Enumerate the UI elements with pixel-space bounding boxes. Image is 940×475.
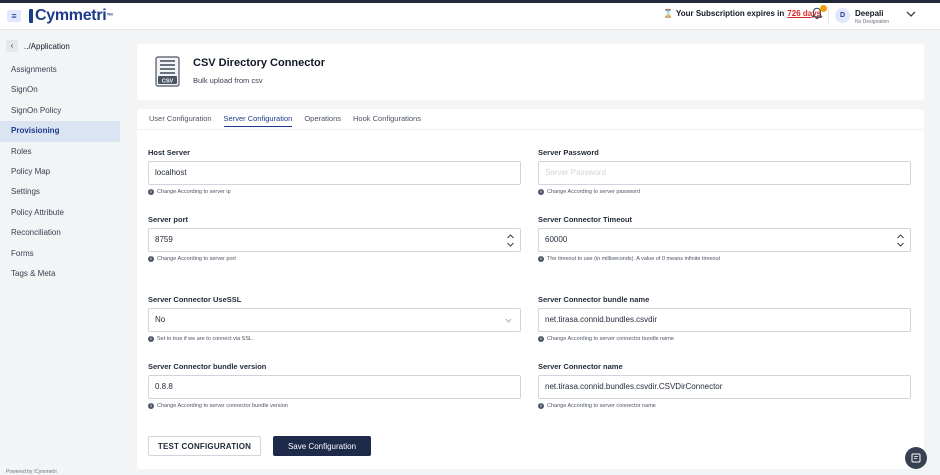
connector-name-label: Server Connector name <box>538 362 623 371</box>
sidebar-item-roles[interactable]: Roles <box>0 142 120 162</box>
use-ssl-hint-text: Set to true if we are to connect via SSL… <box>157 336 254 342</box>
page-title: CSV Directory Connector <box>193 57 326 69</box>
save-configuration-button[interactable]: Save Configuration <box>273 436 371 456</box>
bundle-version-input[interactable]: 0.8.8 <box>148 375 521 399</box>
number-stepper-icon[interactable] <box>506 233 515 248</box>
user-name[interactable]: Deepali <box>855 9 883 18</box>
host-server-hint: i Change According to server ip <box>148 189 231 195</box>
connector-timeout-value: 60000 <box>545 235 568 244</box>
app-logo[interactable]: Cymmetri ™ <box>29 7 113 25</box>
use-ssl-select[interactable]: No <box>148 308 521 332</box>
server-password-hint-text: Change According to server password <box>547 189 640 195</box>
logo-tm: ™ <box>106 12 114 20</box>
host-server-hint-text: Change According to server ip <box>157 189 231 195</box>
sidebar-item-tags-meta[interactable]: Tags & Meta <box>0 264 120 284</box>
sidebar-item-settings[interactable]: Settings <box>0 182 120 202</box>
connector-timeout-input[interactable]: 60000 <box>538 228 911 252</box>
info-icon: i <box>148 403 154 409</box>
sidebar-item-reconciliation[interactable]: Reconciliation <box>0 223 120 243</box>
sidebar-item-assignments[interactable]: Assignments <box>0 60 120 80</box>
logo-text: Cymmetri <box>35 7 107 24</box>
sidebar-item-policy-attribute[interactable]: Policy Attribute <box>0 203 120 223</box>
tabs-divider <box>137 129 924 130</box>
topbar-divider <box>828 7 829 23</box>
bundle-version-hint-text: Change According to server connector bun… <box>157 403 288 409</box>
server-port-label: Server port <box>148 215 189 224</box>
connector-timeout-label: Server Connector Timeout <box>538 215 633 224</box>
use-ssl-label: Server Connector UseSSL <box>148 295 242 304</box>
sidebar-item-provisioning[interactable]: Provisioning <box>0 121 120 142</box>
connector-header: CSV CSV Directory Connector Bulk upload … <box>137 44 924 100</box>
chevron-down-icon[interactable] <box>906 10 916 18</box>
bundle-name-input[interactable]: net.tirasa.connid.bundles.csvdir <box>538 308 911 332</box>
chevron-left-icon[interactable]: ‹ <box>6 40 18 52</box>
sidebar-item-policy-map[interactable]: Policy Map <box>0 162 120 182</box>
avatar[interactable]: D <box>835 8 850 23</box>
use-ssl-hint: i Set to true if we are to connect via SS… <box>148 336 254 342</box>
sidebar-item-signon-policy[interactable]: SignOn Policy <box>0 101 120 121</box>
config-tabs: User Configuration Server Configuration … <box>149 114 433 127</box>
host-server-label: Host Server <box>148 148 191 157</box>
hourglass-icon: ⌛ <box>663 9 673 18</box>
tab-user-configuration[interactable]: User Configuration <box>149 114 212 127</box>
notification-badge <box>820 5 827 12</box>
csv-file-icon: CSV <box>155 56 180 87</box>
info-icon: i <box>148 189 154 195</box>
info-icon: i <box>538 403 544 409</box>
sidebar-nav: Assignments SignOn SignOn Policy Provisi… <box>0 60 120 284</box>
bundle-version-hint: i Change According to server connector bu… <box>148 403 288 409</box>
chat-button[interactable] <box>905 447 927 469</box>
bundle-name-hint: i Change According to server connector bu… <box>538 336 674 342</box>
connector-name-hint: i Change According to server connector na… <box>538 403 656 409</box>
server-port-input[interactable]: 8759 <box>148 228 521 252</box>
back-to-application[interactable]: ‹ ../Application <box>0 36 120 56</box>
server-password-input[interactable]: Server Password <box>538 161 911 185</box>
bundle-version-label: Server Connector bundle version <box>148 362 267 371</box>
info-icon: i <box>148 336 154 342</box>
tab-hook-configurations[interactable]: Hook Configurations <box>353 114 421 127</box>
logo-mark-icon <box>29 9 33 23</box>
info-icon: i <box>538 256 544 262</box>
info-icon: i <box>148 256 154 262</box>
subscription-prefix: Your Subscription expires in <box>675 9 785 18</box>
server-password-hint: i Change According to server password <box>538 189 640 195</box>
server-port-value: 8759 <box>155 235 173 244</box>
powered-by: Powered by ⁞Cymmetri <box>6 469 57 475</box>
bundle-name-hint-text: Change According to server connector bun… <box>547 336 674 342</box>
csv-icon-label: CSV <box>162 78 174 84</box>
info-icon: i <box>538 336 544 342</box>
tab-server-configuration[interactable]: Server Configuration <box>223 114 293 127</box>
connector-timeout-hint: i The timeout to use (in milliseconds). A… <box>538 256 720 262</box>
host-server-input[interactable]: localhost <box>148 161 521 185</box>
number-stepper-icon[interactable] <box>896 233 905 248</box>
chat-icon <box>911 453 921 463</box>
back-label: ../Application <box>24 41 70 51</box>
subscription-message: ⌛ Your Subscription expires in 726 days <box>663 9 821 18</box>
connector-name-input[interactable]: net.tirasa.connid.bundles.csvdir.CSVDirC… <box>538 375 911 399</box>
menu-icon[interactable]: ≡ <box>7 10 21 22</box>
sidebar: ‹ ../Application Assignments SignOn Sign… <box>0 31 120 475</box>
server-port-hint-text: Change According to server port <box>157 256 236 262</box>
use-ssl-value: No <box>155 315 166 324</box>
info-icon: i <box>538 189 544 195</box>
user-role: No Designation <box>855 19 890 25</box>
bundle-name-label: Server Connector bundle name <box>538 295 650 304</box>
sidebar-item-signon[interactable]: SignOn <box>0 80 120 100</box>
sidebar-item-forms[interactable]: Forms <box>0 244 120 264</box>
chevron-down-icon <box>505 318 512 323</box>
test-configuration-button[interactable]: TEST CONFIGURATION <box>148 436 261 456</box>
server-port-hint: i Change According to server port <box>148 256 236 262</box>
tab-operations[interactable]: Operations <box>304 114 341 127</box>
connector-timeout-hint-text: The timeout to use (in milliseconds). A … <box>547 256 721 262</box>
connector-name-hint-text: Change According to server connector nam… <box>547 403 656 409</box>
page-subtitle: Bulk upload from csv <box>193 76 263 85</box>
server-password-label: Server Password <box>538 148 599 157</box>
